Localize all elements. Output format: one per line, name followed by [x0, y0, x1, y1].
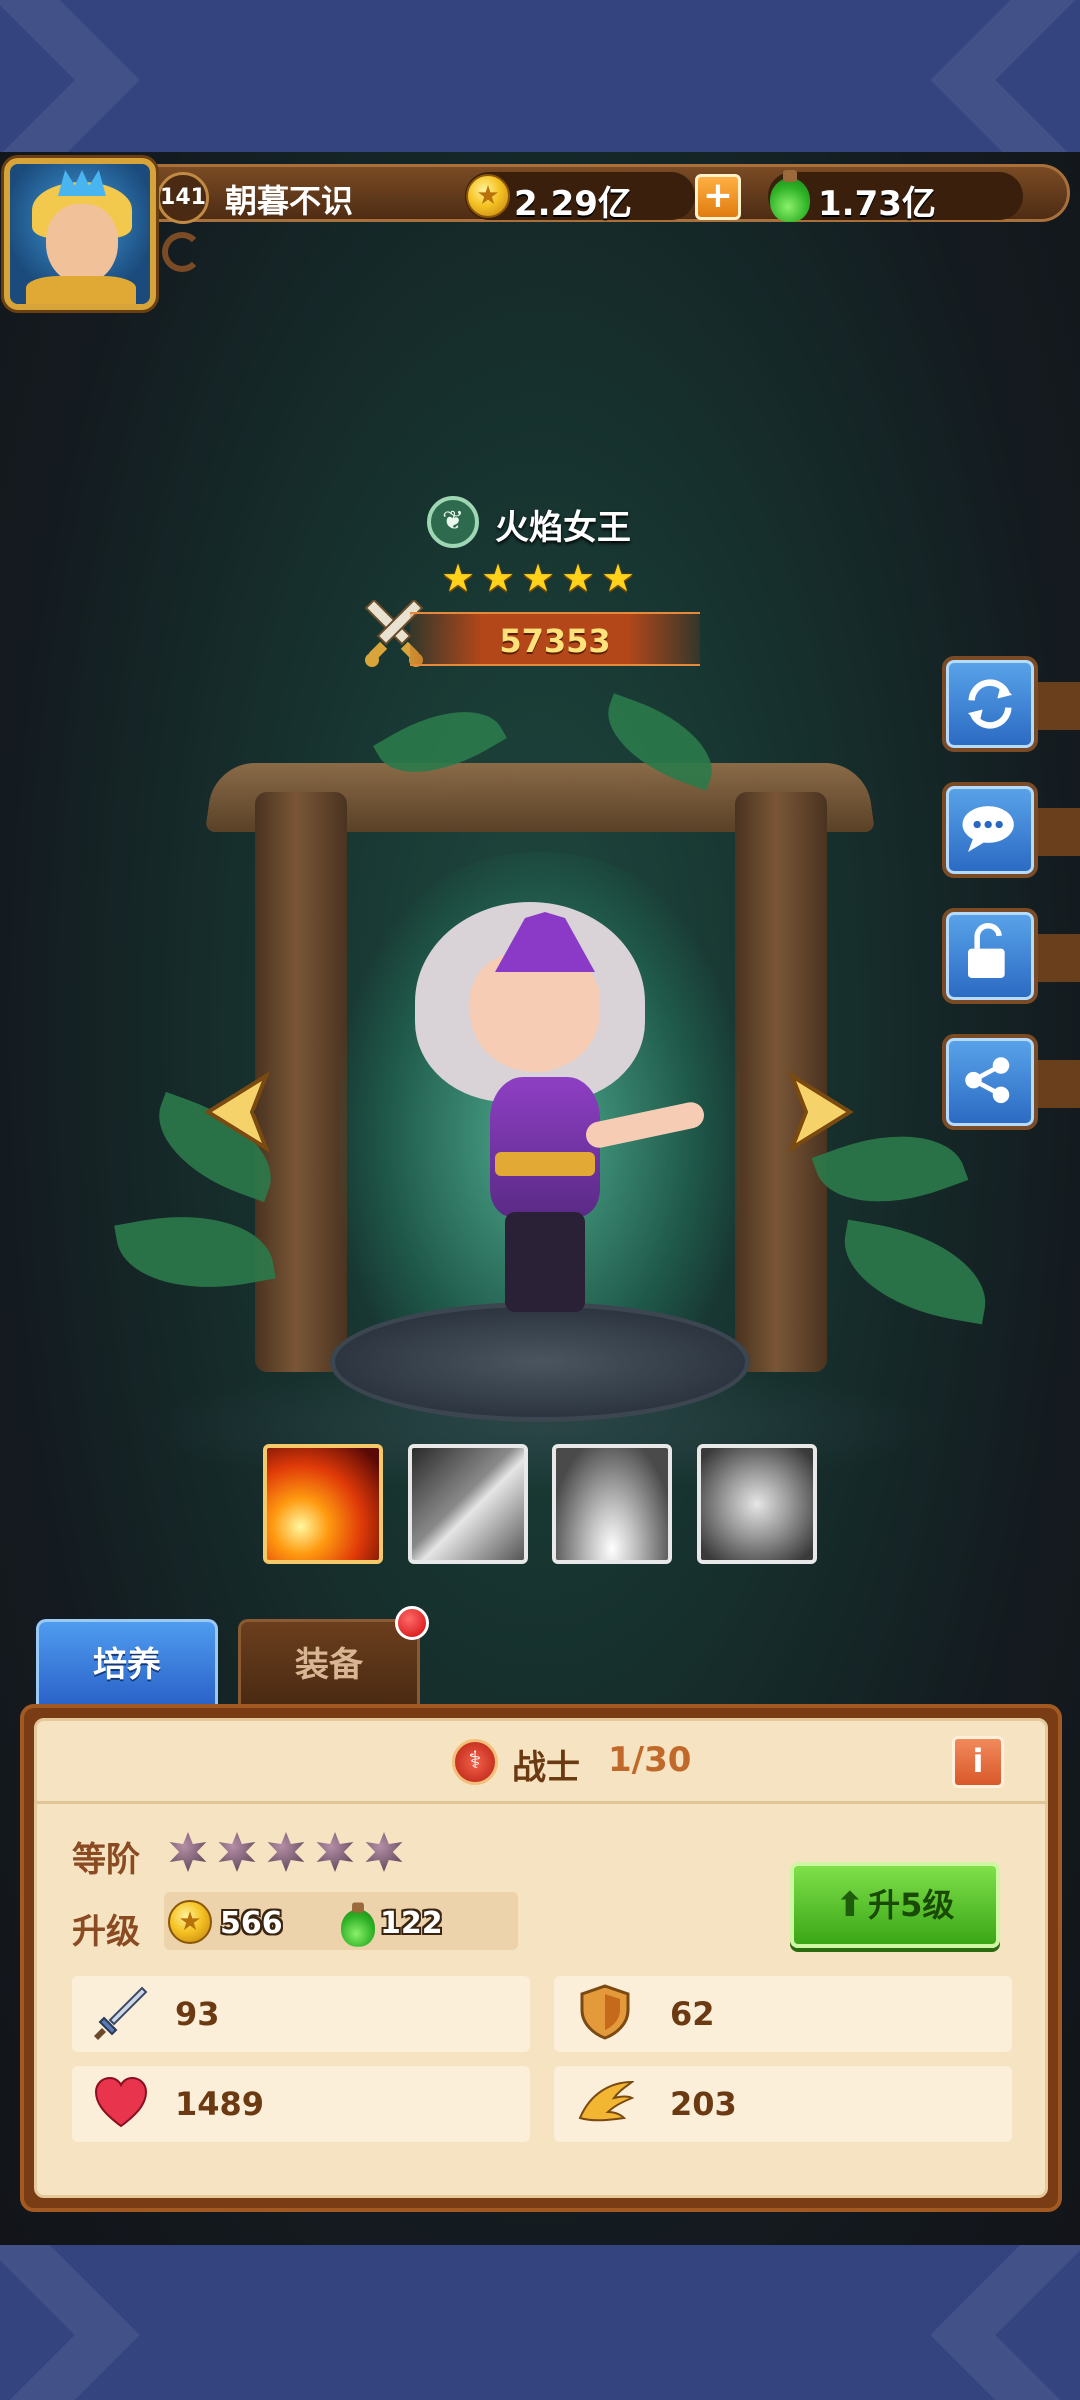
wing-icon [578, 2080, 634, 2122]
light-beam-skill-icon[interactable] [552, 1444, 672, 1564]
hero-legs [505, 1212, 585, 1312]
tab-train[interactable]: 培养 [36, 1619, 218, 1705]
bar-ornament [162, 232, 202, 272]
leaf-decoration [114, 1199, 276, 1305]
tab-equipment[interactable]: 装备 [238, 1619, 420, 1705]
rank-progress: 1/30 [608, 1740, 692, 1780]
gold-cost: 566 [220, 1906, 283, 1941]
equipment-notification-dot [395, 1606, 429, 1640]
up-arrow-icon: ⬆ [835, 1885, 865, 1925]
combat-power-value: 57353 [499, 622, 611, 660]
player-level-badge: 141 [157, 172, 209, 224]
fire-meteor-skill-icon[interactable] [263, 1444, 383, 1564]
avatar-armor [26, 276, 136, 304]
gold-amount: 2.29亿 [514, 184, 632, 224]
upgrade-button-label: 升5级 [868, 1886, 955, 1924]
warrior-rank-icon [452, 1739, 498, 1785]
potion-cost: 122 [380, 1906, 443, 1941]
green-potion-icon [341, 1902, 375, 1947]
star-icon: ★ [440, 556, 476, 600]
player-name: 朝暮不识 [225, 182, 354, 220]
chat-button[interactable] [942, 782, 1080, 878]
star-icon: ★ [560, 556, 596, 600]
leaf-decoration [834, 1219, 996, 1325]
hero-name: 火焰女王 [495, 508, 631, 548]
hero-armor [490, 1077, 600, 1217]
button-tab [1038, 808, 1080, 856]
next-hero-arrow-icon[interactable] [786, 1070, 858, 1154]
hero-title: 火焰女王 [0, 496, 1080, 552]
green-potion-icon [770, 170, 810, 222]
unlock-button[interactable] [942, 908, 1080, 1004]
previous-hero-arrow-icon[interactable] [200, 1070, 272, 1154]
unlock-icon [968, 922, 1005, 978]
hero-figure[interactable] [395, 862, 715, 1322]
avatar-crown [58, 170, 106, 196]
game-screen: 141 朝暮不识 2.29亿 + 1.73亿 火焰女王 ★★★★★ 57353 [0, 152, 1080, 2245]
attack-value: 93 [175, 1995, 220, 2033]
refresh-icon [968, 679, 1012, 729]
star-icon: ★ [480, 556, 516, 600]
star-icon: ★ [600, 556, 636, 600]
tier-label: 等阶 [72, 1840, 140, 1880]
top-pattern-band [0, 0, 1080, 152]
shield-icon [580, 1984, 630, 2040]
button-tab [1038, 1060, 1080, 1108]
hp-value: 1489 [175, 2085, 265, 2123]
sword-icon [94, 1986, 148, 2040]
hero-belt [495, 1152, 595, 1176]
panel-header: 战士 1/30 i [34, 1718, 1048, 1804]
share-button[interactable] [942, 1034, 1080, 1130]
combat-power-bar: 57353 [410, 612, 700, 666]
share-icon [965, 1057, 1010, 1104]
add-gold-button[interactable]: + [695, 174, 741, 220]
defense-value: 62 [670, 1995, 715, 2033]
rank-name: 战士 [512, 1748, 580, 1788]
potion-amount: 1.73亿 [818, 184, 936, 224]
button-tab [1038, 934, 1080, 982]
upgrade-5-levels-button[interactable]: ⬆ 升5级 [790, 1862, 1000, 1948]
refresh-button[interactable] [942, 656, 1080, 752]
flame-spirit-skill-icon[interactable] [697, 1444, 817, 1564]
status-bar: 141 朝暮不识 2.29亿 + 1.73亿 [0, 158, 1080, 272]
heart-icon [94, 2076, 148, 2128]
star-icon: ★ [520, 556, 556, 600]
upgrade-label: 升级 [72, 1912, 140, 1952]
chat-icon [962, 806, 1014, 852]
gold-coin-icon [168, 1900, 212, 1944]
avatar-face [46, 204, 118, 284]
hero-arm [583, 1099, 707, 1151]
hero-star-rating: ★ ★ ★ ★ ★ [438, 556, 648, 600]
info-button[interactable]: i [952, 1736, 1004, 1788]
bottom-pattern-band [0, 2245, 1080, 2400]
nature-class-icon [427, 496, 479, 548]
beast-claw-skill-icon[interactable] [408, 1444, 528, 1564]
player-avatar[interactable] [4, 158, 156, 310]
speed-value: 203 [670, 2085, 737, 2123]
button-tab [1038, 682, 1080, 730]
gold-coin-icon [466, 174, 510, 218]
